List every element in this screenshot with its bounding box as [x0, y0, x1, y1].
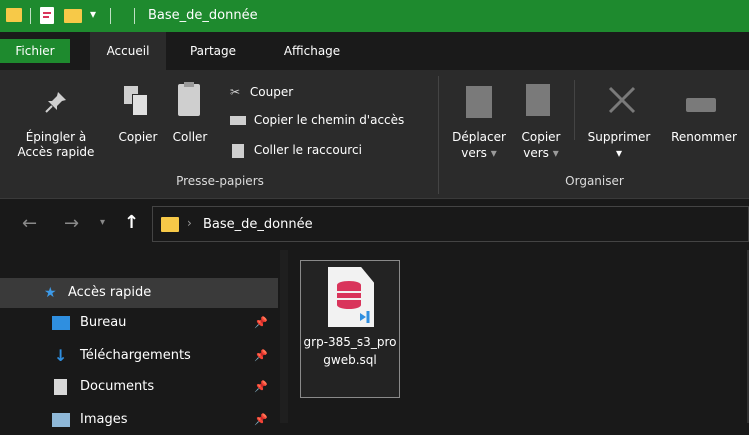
- star-icon: ★: [44, 285, 57, 301]
- forward-arrow-icon[interactable]: →: [64, 213, 79, 234]
- clipboard-group-label: Presse-papiers: [176, 174, 264, 188]
- delete-label: Supprimer: [587, 130, 651, 144]
- group-separator: [438, 76, 439, 194]
- paste-shortcut-label: Coller le raccourci: [253, 143, 362, 157]
- cut-button[interactable]: ✂ Couper: [230, 82, 293, 102]
- ribbon: Épingler à Accès rapide Copier Coller ✂ …: [0, 70, 749, 199]
- delete-button[interactable]: Supprimer ▾: [578, 84, 660, 168]
- scissors-icon: ✂: [230, 85, 241, 99]
- title-bar: ▾ Base_de_donnée: [0, 0, 749, 32]
- pin-icon: 📌: [254, 413, 268, 426]
- rename-icon: [686, 98, 716, 112]
- copy-path-label: Copier le chemin d'accès: [253, 113, 405, 127]
- move-to-button[interactable]: Déplacer vers ▾: [444, 84, 514, 168]
- file-item[interactable]: [300, 260, 400, 398]
- tab-share[interactable]: Partage: [178, 32, 248, 70]
- desktop-icon: [52, 316, 70, 330]
- chevron-right-icon: ›: [187, 216, 192, 230]
- sidebar-item-label: Images: [80, 412, 128, 427]
- properties-icon[interactable]: [40, 7, 54, 24]
- pin-icon: 📌: [254, 349, 268, 362]
- sidebar-item-quick-access[interactable]: ★ Accès rapide: [0, 278, 278, 308]
- separator: [110, 8, 111, 24]
- recent-locations-icon[interactable]: ▾: [100, 217, 105, 228]
- move-to-icon: [466, 86, 492, 118]
- pin-label-1: Épingler à: [25, 130, 87, 144]
- paste-shortcut-icon: [232, 143, 244, 158]
- tab-file[interactable]: Fichier: [0, 39, 70, 63]
- copy-label: Copier: [118, 130, 158, 144]
- pin-label-2: Accès rapide: [17, 145, 95, 159]
- tab-view[interactable]: Affichage: [270, 32, 354, 70]
- cut-label: Couper: [249, 85, 294, 99]
- customize-quick-access-icon[interactable]: ▾: [90, 7, 96, 21]
- paste-label: Coller: [172, 130, 208, 144]
- folder-icon: [6, 8, 22, 22]
- rename-button[interactable]: Renommer: [662, 84, 746, 168]
- paste-button[interactable]: Coller: [168, 82, 212, 164]
- pictures-icon: [52, 413, 70, 427]
- copy-to-label-1: Copier: [521, 130, 561, 144]
- copy-path-button[interactable]: Copier le chemin d'accès: [230, 110, 404, 130]
- copy-path-icon: [230, 116, 246, 125]
- download-arrow-icon: ↓: [54, 346, 68, 365]
- sidebar-item-label: Téléchargements: [80, 348, 191, 363]
- sidebar-item-label: Bureau: [80, 315, 127, 330]
- move-to-label-1: Déplacer: [452, 130, 506, 144]
- rename-label: Renommer: [671, 130, 737, 144]
- up-arrow-icon[interactable]: ↑: [124, 212, 139, 233]
- window-title: Base_de_donnée: [148, 8, 258, 23]
- new-folder-icon[interactable]: [64, 9, 82, 23]
- copy-to-button[interactable]: Copier vers ▾: [514, 84, 568, 168]
- address-bar[interactable]: › Base_de_donnée: [152, 206, 749, 242]
- delete-x-icon: [608, 86, 636, 114]
- dropdown-arrow-icon: ▾: [552, 146, 559, 160]
- sidebar-item-pictures[interactable]: Images 📌: [0, 405, 278, 435]
- folder-icon: [161, 217, 179, 232]
- move-to-label-2: vers ▾: [461, 146, 497, 160]
- copy-to-label-2: vers ▾: [523, 146, 559, 160]
- pin-icon: 📌: [254, 316, 268, 329]
- sidebar-scrollbar[interactable]: [280, 250, 288, 423]
- organize-group-label: Organiser: [565, 174, 624, 188]
- sidebar-item-desktop[interactable]: Bureau 📌: [0, 308, 278, 338]
- sidebar-item-downloads[interactable]: ↓ Téléchargements 📌: [0, 341, 278, 371]
- copy-icon: [124, 86, 148, 116]
- tab-home[interactable]: Accueil: [90, 32, 166, 70]
- back-arrow-icon[interactable]: ←: [22, 213, 37, 234]
- address-path[interactable]: Base_de_donnée: [203, 217, 313, 232]
- dropdown-arrow-icon: ▾: [615, 146, 623, 160]
- ribbon-tabs: Fichier Accueil Partage Affichage: [0, 32, 749, 70]
- pin-icon: [44, 90, 68, 114]
- paste-shortcut-button[interactable]: Coller le raccourci: [230, 140, 362, 160]
- clipboard-icon: [178, 82, 200, 116]
- copy-to-icon: [526, 84, 550, 116]
- pin-icon: 📌: [254, 380, 268, 393]
- pin-quick-access-button[interactable]: Épingler à Accès rapide: [14, 84, 98, 164]
- separator: [30, 8, 31, 24]
- separator: [134, 8, 135, 24]
- separator: [574, 80, 575, 140]
- sql-file-icon: [328, 267, 374, 327]
- sidebar-item-label: Accès rapide: [68, 285, 152, 300]
- sidebar-item-documents[interactable]: Documents 📌: [0, 372, 278, 402]
- file-name: grp-385_s3_progweb.sql: [303, 335, 397, 367]
- document-icon: [54, 379, 67, 395]
- sidebar-item-label: Documents: [80, 379, 155, 394]
- dropdown-arrow-icon: ▾: [490, 146, 497, 160]
- copy-button[interactable]: Copier: [112, 84, 164, 164]
